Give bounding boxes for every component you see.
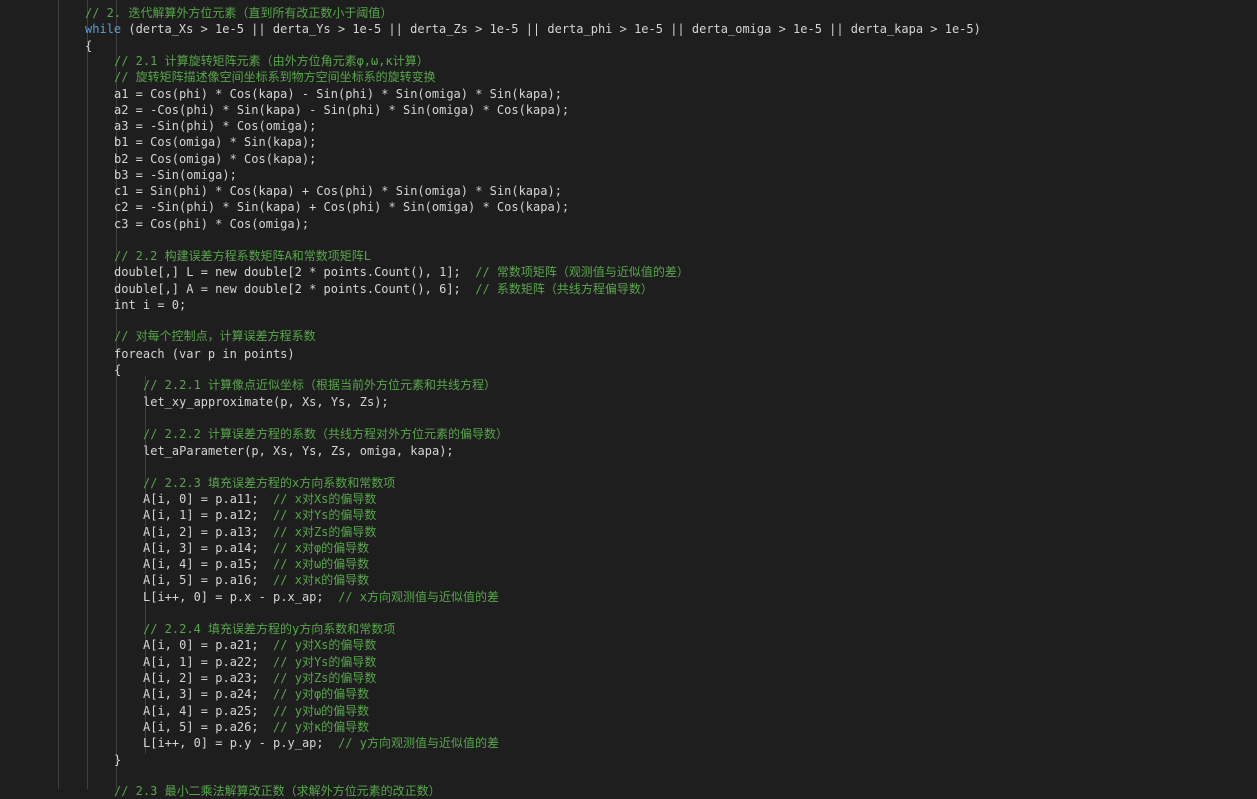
code-line[interactable]: c1 = Sin(phi) * Cos(kapa) + Cos(phi) * S… bbox=[114, 183, 562, 199]
code-text: double[,] A = new double[2 * points.Coun… bbox=[114, 282, 461, 296]
code-line[interactable]: // 旋转矩阵描述像空间坐标系到物方空间坐标系的旋转变换 bbox=[114, 69, 436, 85]
inline-comment: // y对Xs的偏导数 bbox=[258, 638, 377, 652]
code-line[interactable]: L[i++, 0] = p.x - p.x_ap; // x方向观测值与近似值的… bbox=[143, 589, 499, 605]
code-line[interactable]: A[i, 4] = p.a25; // y对ω的偏导数 bbox=[143, 703, 369, 719]
code-text: A[i, 0] = p.a21; bbox=[143, 638, 259, 652]
code-text: A[i, 3] = p.a14; bbox=[143, 541, 259, 555]
code-line[interactable]: foreach (var p in points) bbox=[114, 346, 295, 362]
indent-guide bbox=[58, 0, 59, 789]
code-line[interactable]: A[i, 1] = p.a12; // x对Ys的偏导数 bbox=[143, 507, 376, 523]
inline-comment: // x方向观测值与近似值的差 bbox=[323, 590, 499, 604]
code-text: A[i, 1] = p.a12; bbox=[143, 508, 259, 522]
code-line[interactable]: // 对每个控制点，计算误差方程系数 bbox=[114, 328, 316, 344]
code-line[interactable]: // 2.2.1 计算像点近似坐标（根据当前外方位元素和共线方程） bbox=[143, 377, 496, 393]
inline-comment: // x对κ的偏导数 bbox=[258, 573, 370, 587]
inline-comment: // y对φ的偏导数 bbox=[258, 687, 370, 701]
inline-comment: // x对ω的偏导数 bbox=[258, 557, 370, 571]
code-line[interactable]: while (derta_Xs > 1e-5 || derta_Ys > 1e-… bbox=[85, 21, 981, 37]
code-line[interactable]: // 2.2.2 计算误差方程的系数（共线方程对外方位元素的偏导数） bbox=[143, 426, 508, 442]
code-line[interactable]: A[i, 0] = p.a21; // y对Xs的偏导数 bbox=[143, 637, 376, 653]
code-text: A[i, 3] = p.a24; bbox=[143, 687, 259, 701]
code-line[interactable]: A[i, 2] = p.a13; // x对Zs的偏导数 bbox=[143, 524, 376, 540]
code-line[interactable]: c3 = Cos(phi) * Cos(omiga); bbox=[114, 216, 309, 232]
code-line[interactable]: A[i, 2] = p.a23; // y对Zs的偏导数 bbox=[143, 670, 376, 686]
code-line[interactable]: A[i, 5] = p.a16; // x对κ的偏导数 bbox=[143, 572, 369, 588]
code-line[interactable]: { bbox=[85, 38, 92, 54]
code-line[interactable]: // 2.3 最小二乘法解算改正数（求解外方位元素的改正数） bbox=[114, 783, 441, 799]
code-line[interactable]: let_xy_approximate(p, Xs, Ys, Zs); bbox=[143, 394, 389, 410]
inline-comment: // 系数矩阵（共线方程偏导数） bbox=[460, 282, 653, 296]
code-line[interactable]: // 2.2.3 填充误差方程的x方向系数和常数项 bbox=[143, 475, 395, 491]
indent-guide bbox=[87, 0, 88, 789]
code-line[interactable]: let_aParameter(p, Xs, Ys, Zs, omiga, kap… bbox=[143, 443, 454, 459]
code-line[interactable]: b2 = Cos(omiga) * Cos(kapa); bbox=[114, 151, 316, 167]
code-text: A[i, 2] = p.a23; bbox=[143, 671, 259, 685]
code-line[interactable]: b1 = Cos(omiga) * Sin(kapa); bbox=[114, 134, 316, 150]
code-text: A[i, 4] = p.a15; bbox=[143, 557, 259, 571]
code-line[interactable]: L[i++, 0] = p.y - p.y_ap; // y方向观测值与近似值的… bbox=[143, 735, 499, 751]
code-text: A[i, 1] = p.a22; bbox=[143, 655, 259, 669]
code-line[interactable]: A[i, 3] = p.a14; // x对φ的偏导数 bbox=[143, 540, 369, 556]
expression: (derta_Xs > 1e-5 || derta_Ys > 1e-5 || d… bbox=[121, 22, 981, 36]
code-text: A[i, 4] = p.a25; bbox=[143, 704, 259, 718]
inline-comment: // x对Zs的偏导数 bbox=[258, 525, 377, 539]
code-line[interactable]: double[,] A = new double[2 * points.Coun… bbox=[114, 281, 653, 297]
inline-comment: // y方向观测值与近似值的差 bbox=[323, 736, 499, 750]
inline-comment: // 常数项矩阵（观测值与近似值的差） bbox=[460, 265, 689, 279]
code-line[interactable]: a3 = -Sin(phi) * Cos(omiga); bbox=[114, 118, 316, 134]
code-line[interactable]: c2 = -Sin(phi) * Sin(kapa) + Cos(phi) * … bbox=[114, 199, 569, 215]
code-line[interactable]: b3 = -Sin(omiga); bbox=[114, 167, 237, 183]
code-line[interactable]: } bbox=[114, 752, 121, 768]
code-text: L[i++, 0] = p.x - p.x_ap; bbox=[143, 590, 324, 604]
inline-comment: // x对Xs的偏导数 bbox=[258, 492, 377, 506]
code-text: A[i, 2] = p.a13; bbox=[143, 525, 259, 539]
keyword: while bbox=[85, 22, 122, 36]
inline-comment: // x对Ys的偏导数 bbox=[258, 508, 377, 522]
code-line[interactable]: // 2. 迭代解算外方位元素（直到所有改正数小于阈值） bbox=[85, 5, 392, 21]
code-text: A[i, 5] = p.a26; bbox=[143, 720, 259, 734]
inline-comment: // y对ω的偏导数 bbox=[258, 704, 370, 718]
code-line[interactable]: A[i, 0] = p.a11; // x对Xs的偏导数 bbox=[143, 491, 376, 507]
code-line[interactable]: // 2.2 构建误差方程系数矩阵A和常数项矩阵L bbox=[114, 248, 371, 264]
code-text: L[i++, 0] = p.y - p.y_ap; bbox=[143, 736, 324, 750]
code-text: A[i, 0] = p.a11; bbox=[143, 492, 259, 506]
code-line[interactable]: a1 = Cos(phi) * Cos(kapa) - Sin(phi) * S… bbox=[114, 86, 562, 102]
code-line[interactable]: double[,] L = new double[2 * points.Coun… bbox=[114, 264, 689, 280]
code-editor[interactable]: // 2. 迭代解算外方位元素（直到所有改正数小于阈值） while (dert… bbox=[0, 0, 1257, 798]
inline-comment: // y对Zs的偏导数 bbox=[258, 671, 377, 685]
code-line[interactable]: // 2.1 计算旋转矩阵元素（由外方位角元素φ,ω,κ计算） bbox=[114, 53, 429, 69]
inline-comment: // y对κ的偏导数 bbox=[258, 720, 370, 734]
code-line[interactable]: // 2.2.4 填充误差方程的y方向系数和常数项 bbox=[143, 621, 395, 637]
inline-comment: // x对φ的偏导数 bbox=[258, 541, 370, 555]
code-line[interactable]: A[i, 5] = p.a26; // y对κ的偏导数 bbox=[143, 719, 369, 735]
code-line[interactable]: A[i, 1] = p.a22; // y对Ys的偏导数 bbox=[143, 654, 376, 670]
code-line[interactable]: { bbox=[114, 362, 121, 378]
code-line[interactable]: int i = 0; bbox=[114, 297, 186, 313]
code-text: A[i, 5] = p.a16; bbox=[143, 573, 259, 587]
inline-comment: // y对Ys的偏导数 bbox=[258, 655, 377, 669]
code-line[interactable]: A[i, 4] = p.a15; // x对ω的偏导数 bbox=[143, 556, 369, 572]
code-line[interactable]: a2 = -Cos(phi) * Sin(kapa) - Sin(phi) * … bbox=[114, 102, 569, 118]
code-text: double[,] L = new double[2 * points.Coun… bbox=[114, 265, 461, 279]
code-line[interactable]: A[i, 3] = p.a24; // y对φ的偏导数 bbox=[143, 686, 369, 702]
